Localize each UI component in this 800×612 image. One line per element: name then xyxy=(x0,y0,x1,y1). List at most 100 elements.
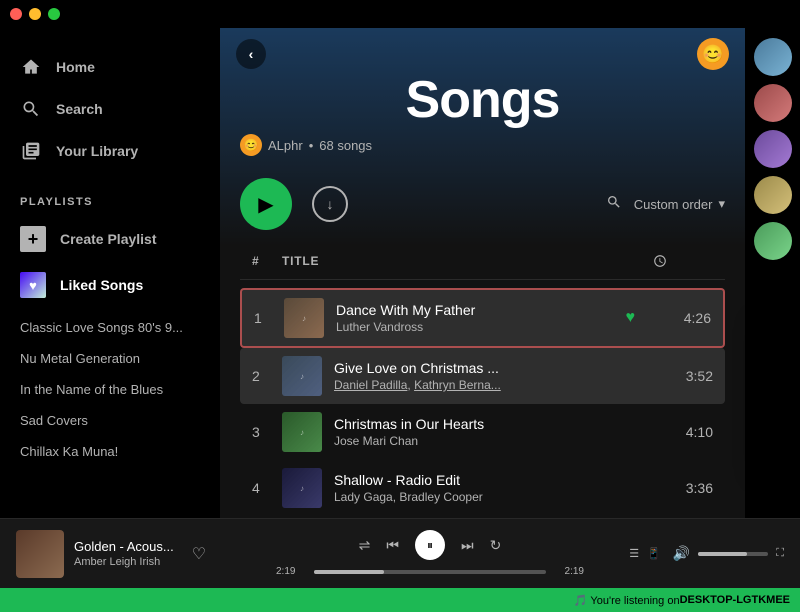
current-time: 2:19 xyxy=(276,566,306,577)
header-controls: ▶ ↓ Custom order ▾ xyxy=(220,166,745,246)
devices-icon[interactable]: 📱 xyxy=(647,547,661,560)
header-user-name: ALphr xyxy=(268,138,303,153)
progress-track[interactable] xyxy=(314,570,546,574)
right-avatar-2 xyxy=(754,84,792,122)
create-playlist-icon: + xyxy=(20,226,46,252)
home-label: Home xyxy=(56,59,95,75)
player-track: Golden - Acous... Amber Leigh Irish ♡ xyxy=(16,530,276,578)
track-thumbnail: ♪ xyxy=(282,468,322,508)
track-thumbnail: ♪ xyxy=(282,412,322,452)
search-label: Search xyxy=(56,101,103,117)
track-duration: 3:36 xyxy=(653,480,713,496)
heart-icon[interactable]: ♥ xyxy=(626,309,636,327)
sidebar-nav: Home Search Your Library xyxy=(0,38,220,180)
header-song-count: 68 songs xyxy=(319,138,372,153)
right-avatar-5 xyxy=(754,222,792,260)
track-info: ♪ Shallow - Radio Edit Lady Gaga, Bradle… xyxy=(282,468,533,508)
player-buttons: ⇌ ⏮ ⏸ ⏭ ↻ xyxy=(359,530,502,560)
volume-icon[interactable]: 🔊 xyxy=(673,545,690,562)
title-bar xyxy=(0,0,800,28)
player-thumbnail xyxy=(16,530,64,578)
header-user-avatar: 😊 xyxy=(240,134,262,156)
col-duration xyxy=(653,254,713,271)
status-prefix: 🎵 You're listening on xyxy=(574,594,680,607)
custom-order-label: Custom order xyxy=(634,197,713,212)
progress-fill xyxy=(314,570,384,574)
track-number: 2 xyxy=(252,368,282,384)
track-info: ♪ Christmas in Our Hearts Jose Mari Chan xyxy=(282,412,533,452)
table-row[interactable]: 3 ♪ Christmas in Our Hearts Jose Mari Ch… xyxy=(240,404,725,460)
track-number: 4 xyxy=(252,480,282,496)
sidebar: Home Search Your Library PLAYLIST xyxy=(0,28,220,588)
search-tracks-button[interactable] xyxy=(606,194,622,215)
repeat-button[interactable]: ↻ xyxy=(490,537,502,554)
queue-icon[interactable]: ☰ xyxy=(629,547,639,560)
col-num: # xyxy=(252,254,282,271)
track-title: Shallow - Radio Edit xyxy=(334,472,483,488)
sidebar-item-home[interactable]: Home xyxy=(0,46,220,88)
page-title: Songs xyxy=(240,70,725,130)
main-content: ‹ 😊 Songs 😊 ALphr • 68 songs ▶ ↓ xyxy=(220,28,745,588)
create-playlist-button[interactable]: + Create Playlist xyxy=(0,216,220,262)
player-volume: ☰ 📱 🔊 ⛶ xyxy=(584,545,784,562)
prev-button[interactable]: ⏮ xyxy=(386,537,399,554)
playlist-item-0[interactable]: Classic Love Songs 80's 9... xyxy=(0,312,220,343)
track-duration: 3:52 xyxy=(653,368,713,384)
track-list-header: # TITLE xyxy=(240,246,725,280)
custom-order-selector[interactable]: Custom order ▾ xyxy=(634,196,725,212)
fullscreen-icon[interactable]: ⛶ xyxy=(776,547,784,560)
minimize-button[interactable] xyxy=(29,8,41,20)
back-button[interactable]: ‹ xyxy=(236,39,266,69)
playlists-header: PLAYLISTS xyxy=(0,180,220,216)
sidebar-item-library[interactable]: Your Library xyxy=(0,130,220,172)
download-button[interactable]: ↓ xyxy=(312,186,348,222)
liked-songs-label: Liked Songs xyxy=(60,277,143,293)
total-time: 2:19 xyxy=(554,566,584,577)
track-artist: Daniel Padilla, Kathryn Berna... xyxy=(334,378,501,392)
controls-right: Custom order ▾ xyxy=(606,194,725,215)
home-icon xyxy=(20,56,42,78)
right-sidebar xyxy=(745,28,800,588)
maximize-button[interactable] xyxy=(48,8,60,20)
shuffle-button[interactable]: ⇌ xyxy=(359,537,371,554)
player-heart-button[interactable]: ♡ xyxy=(192,544,206,564)
main-header: ‹ 😊 Songs 😊 ALphr • 68 songs ▶ ↓ xyxy=(220,28,745,246)
header-separator: • xyxy=(309,138,314,153)
progress-bar-container: 2:19 2:19 xyxy=(276,566,584,577)
close-button[interactable] xyxy=(10,8,22,20)
player-title: Golden - Acous... xyxy=(74,539,174,554)
create-playlist-label: Create Playlist xyxy=(60,231,157,247)
track-info: ♪ Give Love on Christmas ... Daniel Padi… xyxy=(282,356,533,396)
sidebar-item-search[interactable]: Search xyxy=(0,88,220,130)
col-title: TITLE xyxy=(282,254,533,271)
track-title: Christmas in Our Hearts xyxy=(334,416,484,432)
liked-songs-icon: ♥ xyxy=(20,272,46,298)
table-row[interactable]: 1 ♪ Dance With My Father Luther Vandross… xyxy=(240,288,725,348)
play-pause-button[interactable]: ⏸ xyxy=(415,530,445,560)
right-avatar-3 xyxy=(754,130,792,168)
track-title: Dance With My Father xyxy=(336,302,475,318)
table-row[interactable]: 2 ♪ Give Love on Christmas ... Daniel Pa… xyxy=(240,348,725,404)
track-number: 3 xyxy=(252,424,282,440)
status-bar: 🎵 You're listening on DESKTOP-LGTKMEE xyxy=(0,588,800,612)
track-thumbnail: ♪ xyxy=(282,356,322,396)
chevron-down-icon: ▾ xyxy=(718,196,725,212)
next-button[interactable]: ⏭ xyxy=(461,537,474,554)
player-artist: Amber Leigh Irish xyxy=(74,556,174,568)
player-controls: ⇌ ⏮ ⏸ ⏭ ↻ 2:19 2:19 xyxy=(276,530,584,577)
table-row[interactable]: 4 ♪ Shallow - Radio Edit Lady Gaga, Brad… xyxy=(240,460,725,516)
library-icon xyxy=(20,140,42,162)
track-info: ♪ Dance With My Father Luther Vandross xyxy=(284,298,531,338)
playlist-item-2[interactable]: In the Name of the Blues xyxy=(0,374,220,405)
playlist-item-3[interactable]: Sad Covers xyxy=(0,405,220,436)
play-button[interactable]: ▶ xyxy=(240,178,292,230)
status-device: DESKTOP-LGTKMEE xyxy=(680,594,790,606)
volume-track[interactable] xyxy=(698,552,768,556)
playlist-item-4[interactable]: Chillax Ka Muna! xyxy=(0,436,220,467)
track-duration: 4:26 xyxy=(651,310,711,326)
track-title: Give Love on Christmas ... xyxy=(334,360,501,376)
track-number: 1 xyxy=(254,310,284,326)
library-label: Your Library xyxy=(56,143,138,159)
liked-songs-item[interactable]: ♥ Liked Songs xyxy=(0,262,220,308)
playlist-item-1[interactable]: Nu Metal Generation xyxy=(0,343,220,374)
